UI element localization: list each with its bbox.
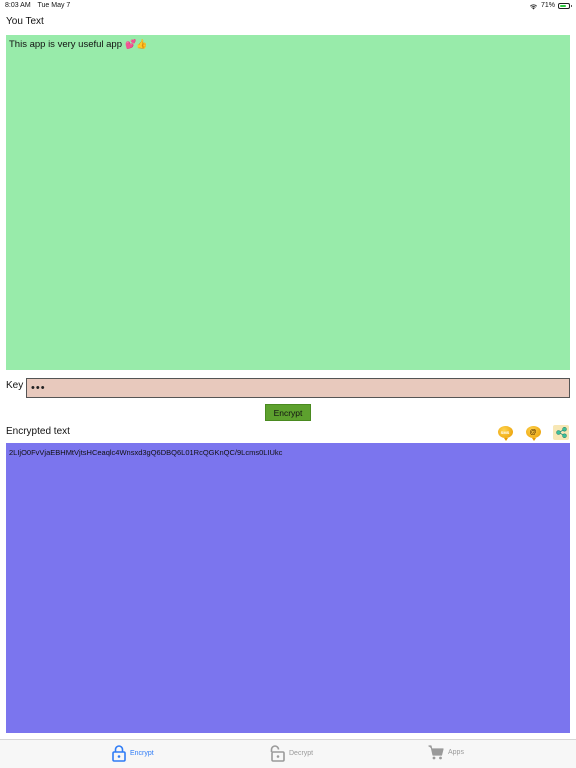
output-text: 2LIjO0FvVjaEBHMtVjtsHCeaqlc4Wnsxd3gQ6DBQ… [9,448,283,457]
status-right: 71% [529,0,572,12]
battery-fill [560,5,566,7]
email-bubble: @ [525,426,541,441]
wifi-icon [529,3,538,9]
key-label: Key [6,380,24,391]
sms-bubble: SMS [497,426,513,441]
status-date: Tue May 7 [37,2,71,9]
output-text-area[interactable]: 2LIjO0FvVjaEBHMtVjtsHCeaqlc4Wnsxd3gQ6DBQ… [6,443,570,733]
input-label: You Text [6,16,44,27]
at-symbol: @ [529,428,537,436]
tab-apps[interactable]: Apps [428,745,464,760]
key-masked-value: ••• [31,382,46,394]
sms-label: SMS [500,429,510,435]
battery-icon [558,3,572,9]
share-icon[interactable] [552,424,570,440]
input-text-area[interactable]: This app is very useful app 💕👍 [6,35,570,370]
app-root: 8:03 AM Tue May 7 71% You Text This app … [0,0,576,768]
output-label: Encrypted text [6,426,70,437]
status-bar: 8:03 AM Tue May 7 71% [0,0,576,12]
encrypt-button[interactable]: Encrypt [265,404,311,421]
status-time: 8:03 AM [5,2,31,9]
lock-closed-icon [112,745,126,762]
share-icons: SMS @ [496,424,570,441]
key-input[interactable]: ••• [26,378,570,398]
tab-encrypt[interactable]: Encrypt [112,745,154,762]
encrypt-button-label: Encrypt [273,407,303,418]
sms-icon[interactable]: SMS [496,424,514,441]
tab-decrypt[interactable]: Decrypt [268,745,313,762]
cart-icon [428,745,444,760]
share-nodes-icon [555,426,567,438]
tab-apps-label: Apps [448,749,464,756]
input-text: This app is very useful app [9,39,123,50]
lock-open-icon [270,745,285,762]
tab-decrypt-label: Decrypt [289,750,314,757]
input-emoji: 💕👍 [125,39,148,49]
email-at-icon[interactable]: @ [524,424,542,441]
share-box [553,424,569,440]
tab-bar: Encrypt Decrypt Apps [0,739,576,768]
status-left: 8:03 AM Tue May 7 [5,0,75,12]
battery-percent: 71% [540,2,555,9]
tab-encrypt-label: Encrypt [130,750,154,757]
